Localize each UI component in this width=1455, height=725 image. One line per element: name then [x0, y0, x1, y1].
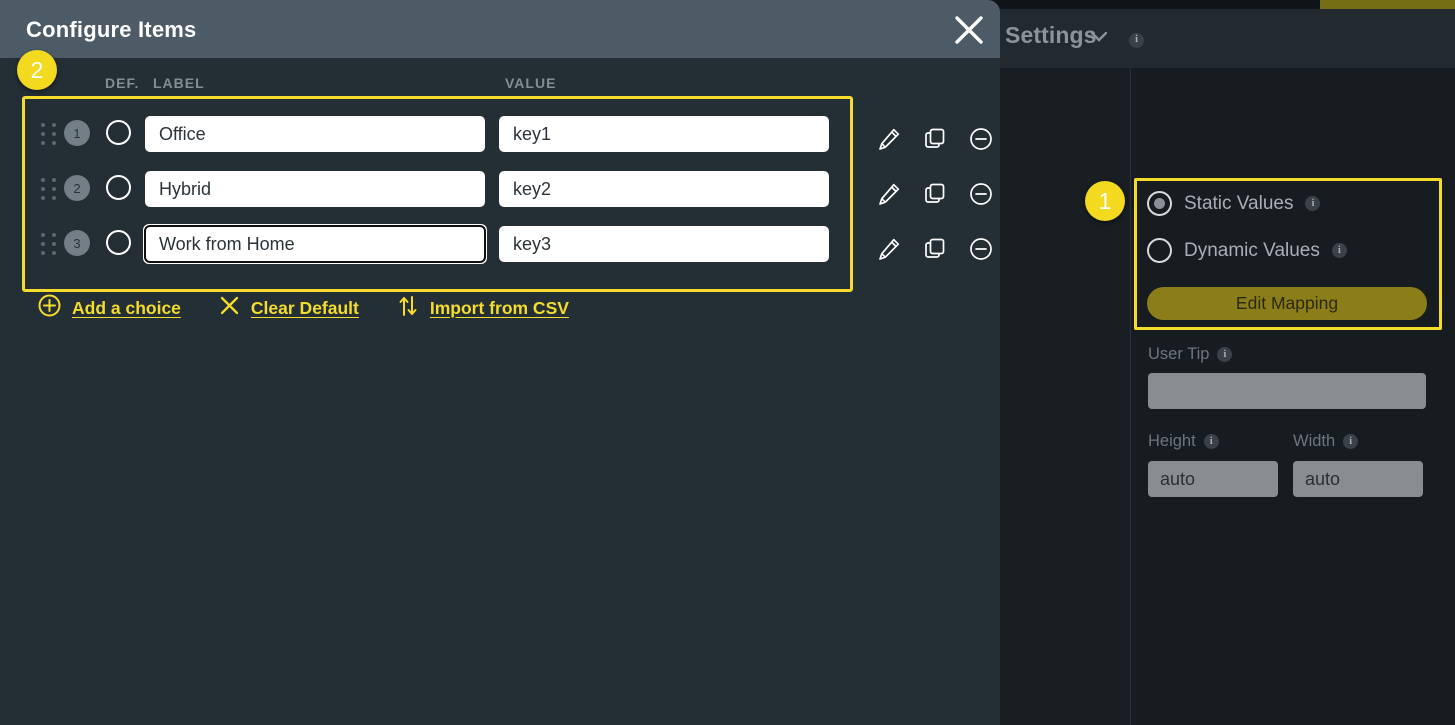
column-header-value: VALUE [505, 75, 557, 91]
item-label-input[interactable] [144, 225, 486, 263]
settings-title: Settings [1005, 22, 1097, 48]
sort-arrows-icon [397, 294, 419, 323]
order-badge: 3 [64, 230, 90, 256]
close-x-icon [219, 295, 240, 321]
table-row: 3 [0, 221, 1000, 267]
info-icon[interactable]: i [1331, 243, 1347, 258]
add-a-choice-label: Add a choice [72, 297, 181, 318]
edit-mapping-button[interactable]: Edit Mapping [1147, 287, 1427, 320]
default-radio-button[interactable] [106, 120, 131, 145]
column-header-label: LABEL [153, 75, 205, 91]
app-top-accent-bar [1320, 0, 1455, 9]
screen: Settings i ent activity itionsi e Rulei … [0, 0, 1455, 725]
edit-icon[interactable] [877, 237, 901, 261]
order-badge: 1 [64, 120, 90, 146]
info-icon[interactable]: i [1217, 347, 1233, 362]
row-actions [877, 237, 993, 261]
radio-label: Static Values [1184, 192, 1294, 214]
width-label-text: Width [1293, 432, 1336, 450]
width-label: Width i [1293, 432, 1359, 451]
height-label-text: Height [1148, 432, 1196, 450]
settings-info-icon[interactable]: i [1129, 29, 1144, 48]
radio-static-values[interactable]: Static Values i [1147, 191, 1321, 216]
chevron-down-icon[interactable] [1090, 30, 1108, 42]
table-row: 2 [0, 166, 1000, 212]
modal-title: Configure Items [26, 17, 197, 42]
user-tip-label-text: User Tip [1148, 345, 1210, 363]
import-from-csv-label: Import from CSV [429, 297, 569, 318]
callout-badge-2: 2 [17, 50, 57, 90]
height-label: Height i [1148, 432, 1219, 451]
radio-icon-selected [1147, 191, 1172, 216]
remove-icon[interactable] [969, 237, 993, 261]
drag-handle-icon[interactable] [41, 123, 56, 145]
item-value-input[interactable] [499, 116, 829, 152]
item-label-input[interactable] [145, 171, 485, 207]
user-tip-input[interactable] [1148, 373, 1426, 409]
info-icon[interactable]: i [1203, 434, 1219, 449]
info-icon[interactable]: i [1305, 196, 1321, 211]
add-a-choice-button[interactable]: Add a choice [38, 294, 181, 322]
callout-badge-1: 1 [1085, 181, 1125, 221]
order-badge: 2 [64, 175, 90, 201]
default-radio-button[interactable] [106, 175, 131, 200]
clear-default-button[interactable]: Clear Default [219, 295, 359, 321]
duplicate-icon[interactable] [923, 127, 947, 151]
item-value-input[interactable] [499, 171, 829, 207]
user-tip-label: User Tip i [1148, 345, 1233, 364]
info-icon[interactable]: i [1343, 434, 1359, 449]
configure-items-modal: Configure Items DEF. LABEL VALUE 1 Offic… [0, 0, 1000, 725]
plus-circle-icon [38, 294, 61, 322]
drag-handle-icon[interactable] [41, 178, 56, 200]
info-icon-glyph: i [1129, 32, 1144, 48]
radio-dynamic-values[interactable]: Dynamic Values i [1147, 238, 1347, 263]
duplicate-icon[interactable] [923, 182, 947, 206]
item-label-input[interactable] [145, 116, 485, 152]
edit-icon[interactable] [877, 182, 901, 206]
duplicate-icon[interactable] [923, 237, 947, 261]
clear-default-label: Clear Default [250, 297, 359, 318]
height-input[interactable] [1148, 461, 1278, 497]
column-header-def: DEF. [105, 75, 140, 91]
default-radio-button[interactable] [106, 230, 131, 255]
modal-footer-actions: Add a choice Clear Default Import from C… [38, 293, 569, 323]
remove-icon[interactable] [969, 127, 993, 151]
edit-icon[interactable] [877, 127, 901, 151]
row-actions [877, 182, 993, 206]
radio-icon-unselected [1147, 238, 1172, 263]
import-from-csv-button[interactable]: Import from CSV [397, 294, 569, 323]
close-icon[interactable] [950, 12, 988, 48]
drag-handle-icon[interactable] [41, 233, 56, 255]
settings-nav-column [1000, 68, 1131, 725]
width-input[interactable] [1293, 461, 1423, 497]
table-row: 1 [0, 111, 1000, 157]
item-value-input[interactable] [499, 226, 829, 262]
radio-label: Dynamic Values [1184, 239, 1320, 261]
remove-icon[interactable] [969, 182, 993, 206]
row-actions [877, 127, 993, 151]
